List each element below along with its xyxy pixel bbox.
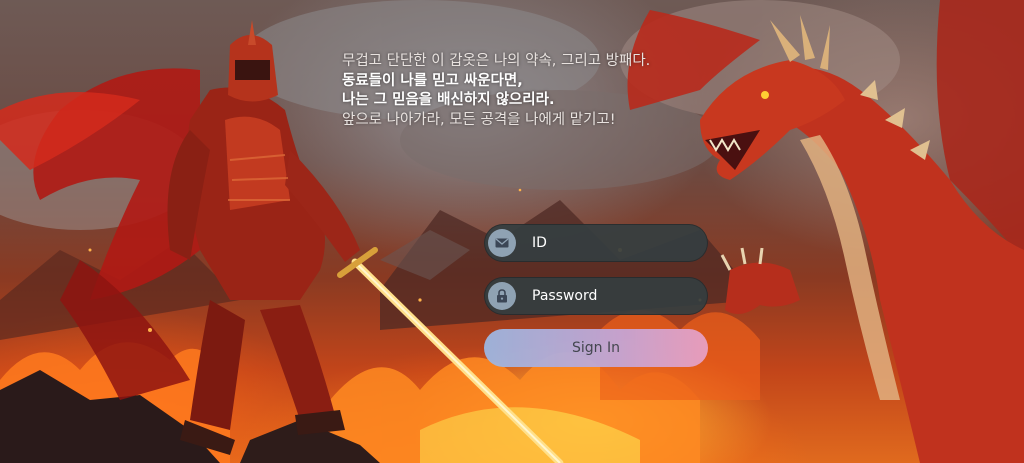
sign-in-button[interactable]: Sign In — [484, 329, 708, 367]
poem-line-1: 무겁고 단단한 이 갑옷은 나의 약속, 그리고 방패다. — [342, 53, 651, 69]
envelope-icon — [488, 229, 516, 257]
id-input[interactable] — [516, 225, 707, 261]
password-input[interactable] — [516, 278, 707, 314]
poem-line-3: 나는 그 믿음을 배신하지 않으리라. — [342, 92, 555, 108]
password-field[interactable] — [484, 277, 708, 315]
poem-line-4: 앞으로 나아가라, 모든 공격을 나에게 맡기고! — [342, 111, 616, 128]
poem-text: 무겁고 단단한 이 갑옷은 나의 약속, 그리고 방패다. 동료들이 나를 믿고… — [342, 52, 722, 130]
id-field[interactable] — [484, 224, 708, 262]
poem-line-2: 동료들이 나를 믿고 싸운다면, — [342, 72, 523, 89]
lock-icon — [488, 282, 516, 310]
login-form: Sign In — [484, 224, 708, 367]
login-screen: 무겁고 단단한 이 갑옷은 나의 약속, 그리고 방패다. 동료들이 나를 믿고… — [0, 0, 1024, 463]
